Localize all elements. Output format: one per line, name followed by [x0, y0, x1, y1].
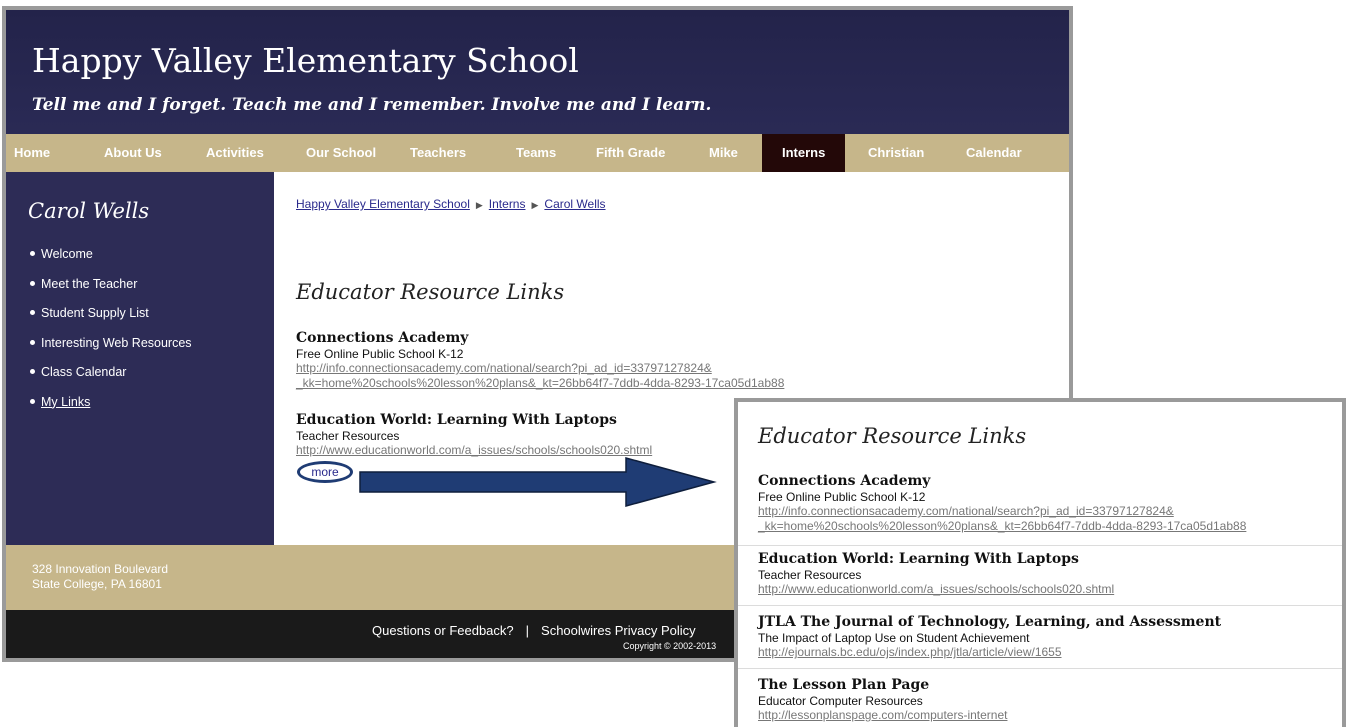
privacy-policy-link[interactable]: Schoolwires Privacy Policy: [541, 623, 696, 638]
resource-item: Connections Academy Free Online Public S…: [758, 473, 1246, 534]
sidebar-item-class-calendar[interactable]: Class Calendar: [30, 365, 192, 395]
sidebar-item-welcome[interactable]: Welcome: [30, 247, 192, 277]
sidebar-menu: Welcome Meet the Teacher Student Supply …: [30, 247, 192, 424]
site-header: Happy Valley Elementary School Tell me a…: [6, 10, 1069, 134]
sidebar-item-label: Interesting Web Resources: [41, 335, 192, 350]
bullet-icon: [30, 280, 35, 286]
address-line2: State College, PA 16801: [32, 577, 162, 591]
resource-description: Free Online Public School K-12: [758, 490, 926, 504]
bullet-icon: [30, 369, 35, 374]
nav-mike[interactable]: Mike: [709, 134, 738, 172]
breadcrumb-school[interactable]: Happy Valley Elementary School: [296, 197, 470, 211]
nav-teams[interactable]: Teams: [516, 134, 556, 172]
more-button[interactable]: more: [297, 461, 353, 483]
resource-title: Connections Academy: [758, 473, 931, 489]
callout-arrow-icon: [359, 457, 717, 507]
divider: [738, 545, 1342, 546]
resource-url[interactable]: http://ejournals.bc.edu/ojs/index.php/jt…: [758, 645, 1221, 660]
breadcrumb-arrow-icon: ▶: [475, 200, 483, 210]
resource-description: Teacher Resources: [758, 568, 862, 582]
copyright: Copyright © 2002-2013: [623, 641, 717, 651]
page-title: Educator Resource Links: [296, 280, 565, 304]
resource-description: The Impact of Laptop Use on Student Achi…: [758, 631, 1030, 645]
feedback-link[interactable]: Questions or Feedback?: [372, 623, 514, 638]
resource-title: Education World: Learning With Laptops: [758, 551, 1079, 567]
resource-item: Education World: Learning With Laptops T…: [296, 412, 652, 458]
nav-calendar[interactable]: Calendar: [966, 134, 1022, 172]
resource-url[interactable]: http://www.educationworld.com/a_issues/s…: [758, 582, 1114, 597]
resource-title: Connections Academy: [296, 330, 469, 346]
sidebar-item-label: Welcome: [41, 247, 93, 261]
resource-item: The Lesson Plan Page Educator Computer R…: [758, 677, 1007, 723]
footer-separator: |: [525, 623, 530, 638]
nav-our-school[interactable]: Our School: [306, 134, 376, 172]
nav-teachers[interactable]: Teachers: [410, 134, 466, 172]
resource-description: Educator Computer Resources: [758, 694, 923, 708]
sidebar: Carol Wells Welcome Meet the Teacher Stu…: [6, 172, 274, 545]
page-screenshot-zoomed: Educator Resource Links Connections Acad…: [734, 398, 1346, 727]
footer-address: 328 Innovation Boulevard State College, …: [32, 562, 168, 592]
resource-title: The Lesson Plan Page: [758, 677, 930, 693]
resource-item: JTLA The Journal of Technology, Learning…: [758, 614, 1221, 660]
sidebar-title: Carol Wells: [28, 199, 150, 223]
resource-description: Teacher Resources: [296, 429, 400, 443]
divider: [738, 668, 1342, 669]
resource-url[interactable]: http://info.connectionsacademy.com/natio…: [758, 504, 1246, 519]
resource-url-continued[interactable]: _kk=home%20schools%20lesson%20plans&_kt=…: [758, 519, 1246, 534]
sidebar-item-label: Class Calendar: [41, 365, 127, 379]
nav-fifth-grade[interactable]: Fifth Grade: [596, 134, 665, 172]
nav-activities[interactable]: Activities: [206, 134, 264, 172]
resource-url[interactable]: http://info.connectionsacademy.com/natio…: [296, 361, 784, 376]
breadcrumb-carol-wells[interactable]: Carol Wells: [544, 197, 605, 211]
resource-item: Connections Academy Free Online Public S…: [296, 330, 784, 391]
breadcrumb-interns[interactable]: Interns: [489, 197, 526, 211]
bullet-icon: [30, 251, 35, 256]
nav-home[interactable]: Home: [14, 134, 50, 172]
breadcrumb: Happy Valley Elementary School ▶ Interns ▶ C…: [296, 197, 606, 211]
page-title-zoomed: Educator Resource Links: [758, 424, 1027, 448]
sidebar-item-interesting-web-resources[interactable]: Interesting Web Resources: [30, 336, 192, 366]
bullet-icon: [30, 310, 35, 315]
resource-title: Education World: Learning With Laptops: [296, 412, 617, 428]
resource-description: Free Online Public School K-12: [296, 347, 464, 361]
site-tagline: Tell me and I forget. Teach me and I rem…: [32, 95, 712, 115]
sidebar-item-label: My Links: [41, 394, 91, 409]
nav-christian[interactable]: Christian: [868, 134, 924, 172]
nav-about-us[interactable]: About Us: [104, 134, 162, 172]
breadcrumb-arrow-icon: ▶: [531, 200, 539, 210]
bullet-icon: [30, 398, 35, 404]
divider: [738, 605, 1342, 606]
sidebar-item-label: Meet the Teacher: [41, 276, 138, 291]
sidebar-item-student-supply-list[interactable]: Student Supply List: [30, 306, 192, 336]
sidebar-item-my-links[interactable]: My Links: [30, 395, 192, 425]
resource-title: JTLA The Journal of Technology, Learning…: [758, 614, 1222, 630]
resource-item: Education World: Learning With Laptops T…: [758, 551, 1114, 597]
main-nav: Home About Us Activities Our School Teac…: [6, 134, 1069, 172]
resource-url-continued[interactable]: _kk=home%20schools%20lesson%20plans&_kt=…: [296, 376, 784, 391]
address-line1: 328 Innovation Boulevard: [32, 562, 169, 576]
nav-interns[interactable]: Interns: [762, 134, 846, 172]
resource-url[interactable]: http://lessonplanspage.com/computers-int…: [758, 708, 1007, 723]
bullet-icon: [30, 339, 35, 345]
sidebar-item-meet-the-teacher[interactable]: Meet the Teacher: [30, 277, 192, 307]
sidebar-item-label: Student Supply List: [41, 306, 149, 320]
footer-links: Questions or Feedback? | Schoolwires Priva…: [372, 623, 696, 638]
site-title[interactable]: Happy Valley Elementary School: [32, 41, 579, 80]
